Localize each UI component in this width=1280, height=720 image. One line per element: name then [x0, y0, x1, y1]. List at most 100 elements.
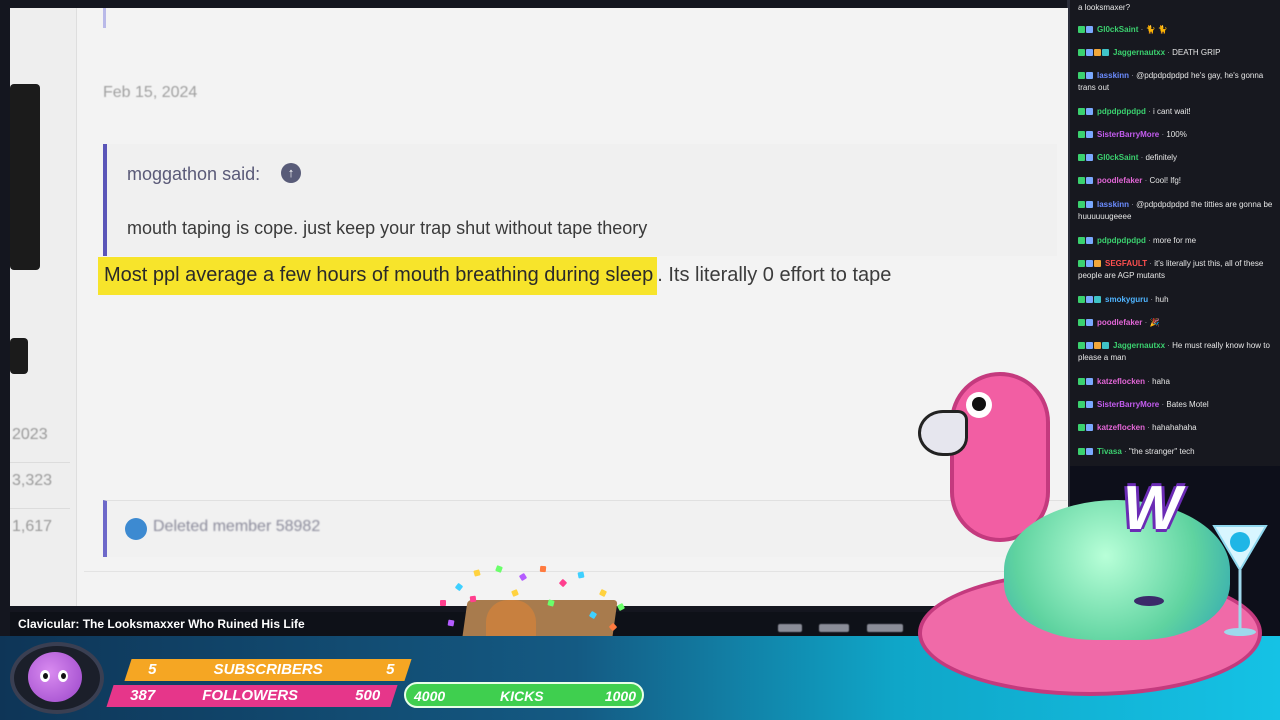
followers-label: FOLLOWERS — [202, 687, 299, 704]
reply-rest-text: . Its literally 0 effort to tape — [657, 264, 892, 286]
green-badge-icon — [1078, 342, 1085, 349]
chat-message: Jaggernautxx · He must really know how t… — [1078, 340, 1274, 364]
control-pill[interactable] — [778, 624, 802, 632]
divider — [84, 571, 1064, 572]
teal-badge-icon — [1094, 296, 1101, 303]
chat-username[interactable]: katzeflocken — [1097, 423, 1145, 432]
chat-message: katzeflocken · haha — [1078, 376, 1274, 388]
confetti-piece — [469, 595, 477, 603]
chat-badges — [1078, 446, 1094, 458]
kicks-goal-bar: 4000 KICKS 1000 — [404, 682, 644, 708]
blue-badge-icon — [1086, 260, 1093, 267]
kicks-goal: 1000 — [604, 688, 636, 704]
chat-text: huh — [1155, 295, 1169, 304]
flamingo-float — [950, 372, 1050, 542]
previous-post-border — [103, 8, 106, 28]
member-avatar-icon[interactable] — [125, 518, 147, 540]
chat-badges — [1078, 340, 1110, 352]
control-pill[interactable] — [866, 624, 903, 632]
green-badge-icon — [1078, 131, 1085, 138]
chat-username[interactable]: Tivasa — [1097, 447, 1122, 456]
chat-username[interactable]: Jaggernautxx — [1113, 48, 1165, 57]
blue-badge-icon — [1086, 401, 1093, 408]
chat-message: SEGFAULT · it's literally just this, all… — [1078, 258, 1274, 282]
blue-badge-icon — [1086, 448, 1093, 455]
chat-username[interactable]: Jaggernautxx — [1113, 341, 1165, 350]
chat-fragment: a looksmaxer? — [1078, 3, 1131, 12]
chat-badges — [1078, 129, 1094, 141]
blob-mouth — [1134, 596, 1164, 606]
post-date[interactable]: Feb 15, 2024 — [103, 84, 197, 102]
chat-text: 🎉 — [1149, 318, 1160, 327]
chat-username[interactable]: pdpdpdpdpd — [1097, 107, 1146, 116]
green-badge-icon — [1078, 260, 1085, 267]
arrow-up-icon[interactable]: ↑ — [281, 163, 301, 183]
chat-text: i cant wait! — [1152, 107, 1191, 116]
chat-username[interactable]: Gl0ckSaint — [1097, 25, 1138, 34]
chat-message: SisterBarryMore · Bates Motel — [1078, 399, 1274, 411]
chat-message: Jaggernautxx · DEATH GRIP — [1078, 47, 1274, 59]
quote-author[interactable]: moggathon said: — [127, 164, 260, 185]
orange-badge-icon — [1094, 342, 1101, 349]
chat-badges — [1078, 258, 1102, 270]
chat-badges — [1078, 294, 1102, 306]
chat-username[interactable]: katzeflocken — [1097, 377, 1145, 386]
chat-username[interactable]: poodlefaker — [1097, 318, 1142, 327]
chat-text: hahahahaha — [1152, 423, 1197, 432]
chat-message: smokyguru · huh — [1078, 294, 1274, 306]
chat-text: definitely — [1145, 153, 1178, 162]
chat-text: "the stranger" tech — [1128, 447, 1195, 456]
chat-badges — [1078, 70, 1094, 82]
green-badge-icon — [1078, 424, 1085, 431]
chat-text: more for me — [1152, 236, 1197, 245]
chat-badges — [1078, 235, 1094, 247]
blue-badge-icon — [1086, 154, 1093, 161]
chat-panel: a looksmaxer? Gl0ckSaint · 🐈 🐈 Jaggernaut… — [1070, 0, 1280, 466]
quote-block: moggathon said: ↑ mouth taping is cope. … — [103, 144, 1057, 256]
chat-badges — [1078, 399, 1094, 411]
green-badge-icon — [1078, 177, 1085, 184]
chat-badges — [1078, 47, 1110, 59]
chat-username[interactable]: lasskinn — [1097, 200, 1129, 209]
green-badge-icon — [1078, 448, 1085, 455]
chat-username[interactable]: SisterBarryMore — [1097, 400, 1159, 409]
w-logo: W — [1122, 474, 1182, 543]
kicks-current: 4000 — [414, 688, 446, 704]
eye — [58, 670, 68, 682]
teal-badge-icon — [1102, 342, 1109, 349]
control-pill[interactable] — [819, 624, 850, 632]
chat-username[interactable]: poodlefaker — [1097, 176, 1142, 185]
browser-capture: 2023 3,323 1,617 Feb 15, 2024 moggathon … — [0, 0, 1070, 636]
subscribers-goal: 5 — [385, 661, 395, 678]
confetti-piece — [577, 571, 585, 579]
chat-message: katzeflocken · hahahahaha — [1078, 422, 1274, 434]
blue-badge-icon — [1086, 319, 1093, 326]
stat-reputation: 1,617 — [12, 518, 53, 535]
chat-text: haha — [1152, 377, 1170, 386]
flamingo-eye — [966, 392, 992, 418]
stat-divider — [10, 462, 70, 463]
chat-username[interactable]: SEGFAULT — [1105, 259, 1147, 268]
chat-username[interactable]: pdpdpdpdpd — [1097, 236, 1146, 245]
chat-text: 🐈 🐈 — [1145, 25, 1168, 34]
followers-current: 387 — [130, 687, 156, 704]
chat-badges — [1078, 106, 1094, 118]
chat-username[interactable]: Gl0ckSaint — [1097, 153, 1138, 162]
mascot-face-icon — [28, 652, 82, 702]
green-badge-icon — [1078, 378, 1085, 385]
blue-badge-icon — [1086, 201, 1093, 208]
chat-username[interactable]: lasskinn — [1097, 71, 1129, 80]
subscribers-label: SUBSCRIBERS — [213, 661, 323, 678]
blue-badge-icon — [1086, 108, 1093, 115]
chat-separator: · — [1145, 107, 1153, 116]
green-badge-icon — [1078, 296, 1085, 303]
chat-message: Gl0ckSaint · definitely — [1078, 152, 1274, 164]
next-post-author[interactable]: Deleted member 58982 — [153, 518, 320, 536]
chat-message: SisterBarryMore · 100% — [1078, 129, 1274, 141]
chat-username[interactable]: smokyguru — [1105, 295, 1148, 304]
chat-message: Gl0ckSaint · 🐈 🐈 — [1078, 24, 1274, 36]
chat-username[interactable]: SisterBarryMore — [1097, 130, 1159, 139]
chat-message: poodlefaker · 🎉 — [1078, 317, 1274, 329]
eye — [40, 670, 50, 682]
blue-badge-icon — [1086, 342, 1093, 349]
